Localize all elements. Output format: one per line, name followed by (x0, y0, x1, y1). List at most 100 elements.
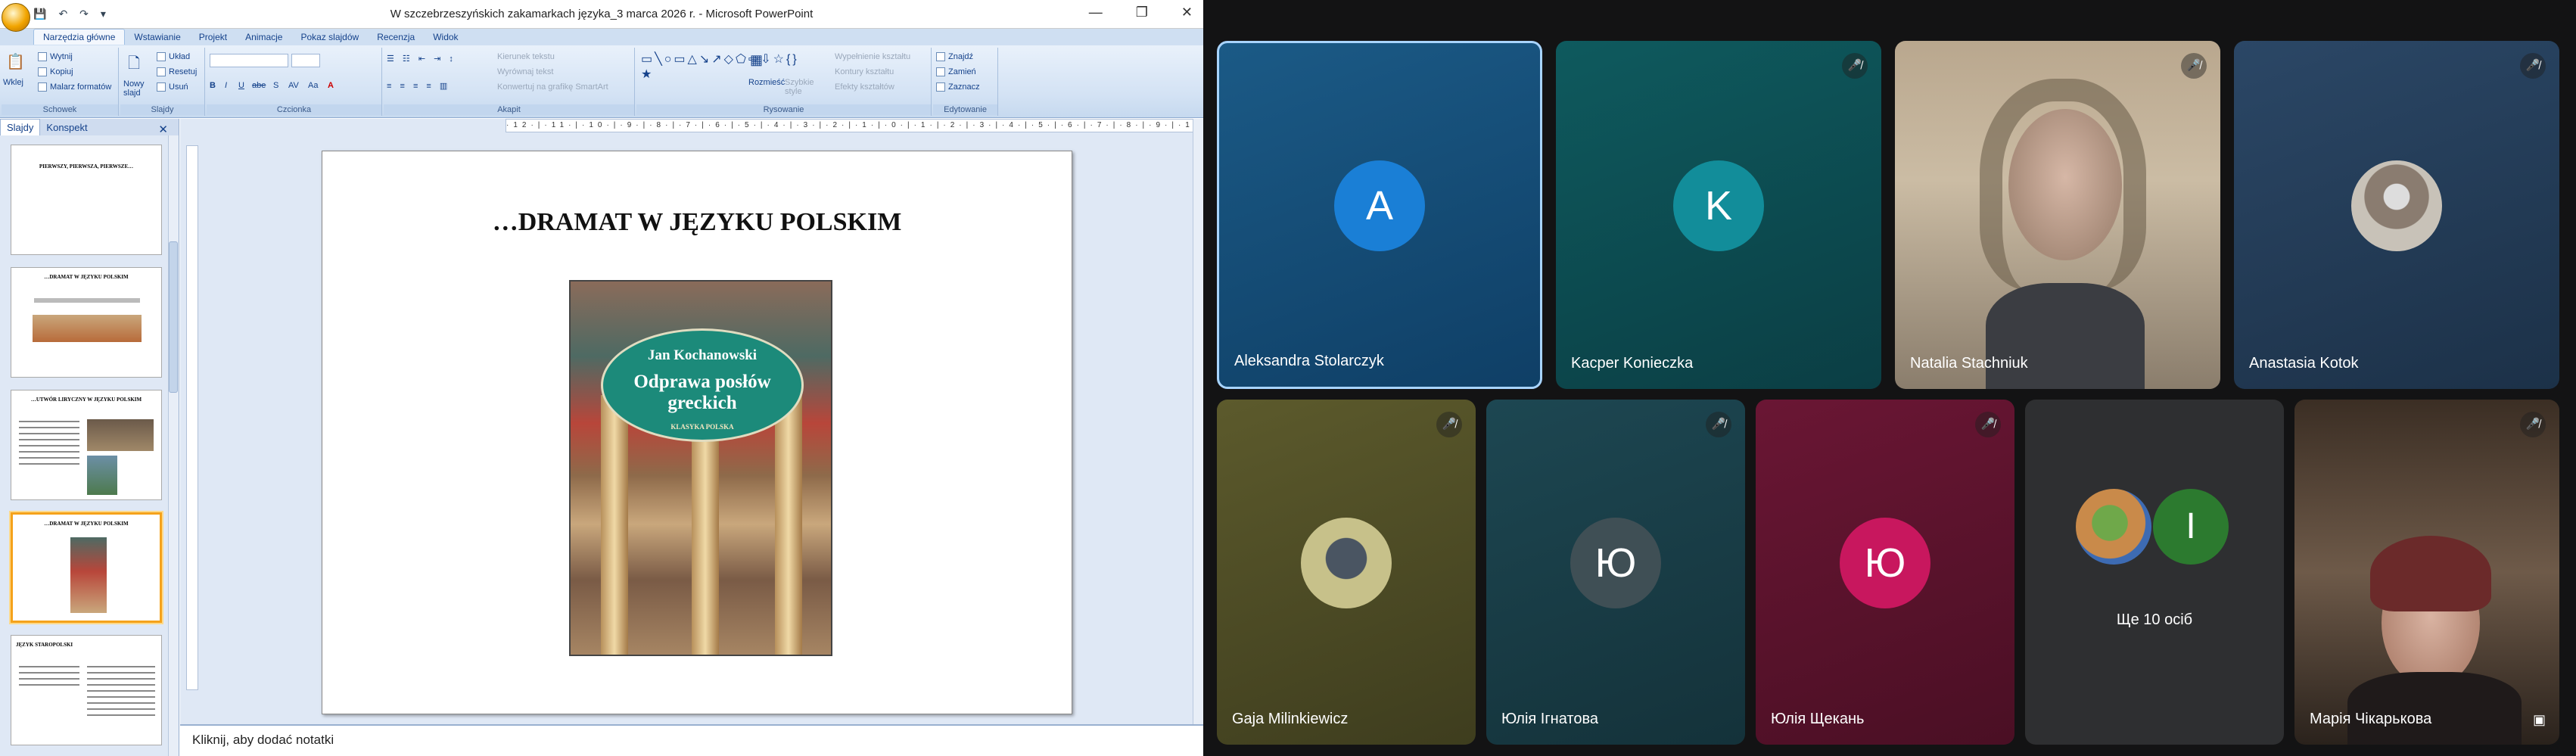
participant-name: Gaja Milinkiewicz (1232, 711, 1349, 727)
hair-shape (2370, 536, 2491, 611)
strike-button[interactable]: abe (252, 81, 266, 90)
participant-tile[interactable]: A Aleksandra Stolarczyk (1217, 41, 1542, 389)
slide-canvas[interactable]: …DRAMAT W JĘZYKU POLSKIM Jan Kochanowski… (322, 151, 1072, 714)
book-author: Jan Kochanowski (647, 347, 758, 363)
layout-icon (157, 52, 166, 62)
tab-insert[interactable]: Wstawianie (125, 30, 189, 45)
meeting-grid: A Aleksandra Stolarczyk 🎤̸ K Kacper Koni… (1203, 0, 2576, 756)
panel-scroll-thumb[interactable] (169, 241, 178, 393)
window-title: W szczebrzeszyńskich zakamarkach języka_… (390, 8, 814, 20)
slide-edit-area: ·12·|·11·|·10·|·9·|·8·|·7·|·6·|·5·|·4·|·… (180, 119, 1203, 724)
restore-button[interactable]: ❐ (1136, 5, 1148, 20)
tab-view[interactable]: Widok (424, 30, 467, 45)
paragraph-group: ☰ ☷ ⇤ ⇥ ↕ ≡ ≡ ≡ ≡ ▥ Kierunek tekstu Wyró… (384, 48, 635, 116)
list-buttons[interactable]: ☰ ☷ ⇤ ⇥ ↕ (387, 54, 456, 64)
select-button[interactable]: Zaznacz (936, 82, 980, 92)
underline-button[interactable]: U (238, 81, 244, 90)
thumb-text-block (19, 421, 79, 466)
paste-button[interactable]: Wklej (3, 78, 23, 87)
copy-button[interactable]: Kopiuj (38, 67, 73, 77)
case-button[interactable]: Aa (308, 81, 318, 90)
bold-button[interactable]: B (210, 81, 216, 90)
participant-tile[interactable]: 🎤̸ Anastasia Kotok (2234, 41, 2559, 389)
reset-icon (157, 67, 166, 77)
pin-icon[interactable]: ▣ (2533, 712, 2546, 728)
replace-button[interactable]: Zamień (936, 67, 976, 77)
align-buttons[interactable]: ≡ ≡ ≡ ≡ ▥ (387, 81, 450, 91)
close-button[interactable]: ✕ (1181, 5, 1193, 20)
mic-off-icon: 🎤̸ (2181, 53, 2207, 79)
avatar: A (1334, 160, 1425, 251)
text-direction-button[interactable]: Kierunek tekstu (497, 52, 555, 61)
italic-button[interactable]: I (225, 81, 227, 90)
book-series: KLASYKA POLSKA (670, 423, 734, 431)
format-painter-button[interactable]: Malarz formatów (38, 82, 111, 92)
tab-slides[interactable]: Slajdy (0, 119, 41, 135)
drawing-group: ▭╲○▭△↘↗◇⬠⇨⇩☆{}★ ▦ Rozmieść Szybkie style… (636, 48, 932, 116)
tab-home[interactable]: Narzędzia główne (33, 29, 126, 45)
delete-slide-button[interactable]: Usuń (157, 82, 188, 92)
layout-button[interactable]: Układ (157, 52, 190, 62)
cut-button[interactable]: Wytnij (38, 52, 73, 62)
mic-off-icon: 🎤̸ (1436, 412, 1462, 437)
window-controls: — ❐ ✕ (1056, 5, 1193, 20)
book-title: Odprawa posłów greckich (633, 372, 771, 413)
new-slide-button[interactable]: Nowy slajd (123, 79, 151, 98)
quick-styles-button[interactable]: Szybkie style (785, 78, 818, 96)
shape-effects-button[interactable]: Efekty kształtów (835, 82, 894, 92)
participant-tile[interactable]: 🎤̸ Ю Юлія Ігнатова (1486, 400, 1745, 745)
arrange-button[interactable]: Rozmieść (748, 78, 785, 87)
slide-thumbnail-3[interactable]: …UTWÓR LIRYCZNY W JĘZYKU POLSKIM (11, 390, 162, 500)
tab-outline[interactable]: Konspekt (40, 120, 93, 135)
tab-animations[interactable]: Animacje (236, 30, 291, 45)
participant-tile[interactable]: 🎤̸ K Kacper Konieczka (1556, 41, 1881, 389)
thumb-image (33, 315, 142, 342)
tab-design[interactable]: Projekt (190, 30, 236, 45)
drawing-group-label: Rysowanie (636, 104, 931, 115)
spacing-button[interactable]: AV (288, 81, 299, 90)
font-name-input[interactable] (210, 54, 288, 67)
shape-fill-button[interactable]: Wypełnienie kształtu (835, 52, 910, 61)
shapes-gallery[interactable]: ▭╲○▭△↘↗◇⬠⇨⇩☆{}★ (641, 52, 797, 82)
slide-thumbnail-4[interactable]: …DRAMAT W JĘZYKU POLSKIM (11, 512, 162, 623)
new-slide-icon[interactable]: 🗋 (128, 52, 140, 78)
participant-tile[interactable]: 🎤̸ Gaja Milinkiewicz (1217, 400, 1476, 745)
participant-tile[interactable]: 🎤̸ Ю Юлія Щекань (1756, 400, 2014, 745)
office-button[interactable] (2, 3, 30, 32)
horizontal-ruler: ·12·|·11·|·10·|·9·|·8·|·7·|·6·|·5·|·4·|·… (506, 119, 1203, 132)
thumb-image (70, 537, 107, 613)
align-text-button[interactable]: Wyrównaj tekst (497, 67, 553, 76)
reset-button[interactable]: Resetuj (157, 67, 197, 77)
delete-icon (157, 82, 166, 92)
hair-shape (1980, 79, 2146, 291)
smartart-button[interactable]: Konwertuj na grafikę SmartArt (497, 82, 608, 92)
select-icon (936, 82, 945, 92)
clipboard-group-label: Schowek (2, 104, 118, 115)
slide-scrollbar[interactable] (1193, 119, 1203, 724)
paragraph-group-label: Akapit (384, 104, 634, 115)
panel-scrollbar[interactable] (168, 135, 179, 756)
slide-title[interactable]: …DRAMAT W JĘZYKU POLSKIM (322, 208, 1072, 237)
slide-thumbnail-5[interactable]: JĘZYK STAROPOLSKI (11, 635, 162, 745)
participant-name: Юлія Ігнатова (1501, 711, 1598, 727)
font-size-input[interactable] (291, 54, 320, 67)
arrange-icon[interactable]: ▦ (750, 52, 763, 68)
minimize-button[interactable]: — (1089, 5, 1103, 20)
tab-review[interactable]: Recenzja (368, 30, 424, 45)
shadow-button[interactable]: S (273, 81, 278, 90)
notes-pane[interactable]: Kliknij, aby dodać notatki (180, 724, 1203, 756)
participant-video-tile[interactable]: 🎤̸ Марія Чікарькова ▣ (2294, 400, 2559, 745)
shape-outline-button[interactable]: Kontury kształtu (835, 67, 894, 76)
mic-off-icon: 🎤̸ (2520, 412, 2546, 437)
more-participants-tile[interactable]: I Ще 10 осіб (2025, 400, 2284, 745)
slide-thumbnail-2[interactable]: …DRAMAT W JĘZYKU POLSKIM (11, 267, 162, 378)
tab-slideshow[interactable]: Pokaz slajdów (291, 30, 368, 45)
editing-group-label: Edytowanie (933, 104, 997, 115)
find-button[interactable]: Znajdź (936, 52, 973, 62)
font-color-button[interactable]: A (328, 81, 334, 90)
book-cover-image[interactable]: Jan Kochanowski Odprawa posłów greckich … (569, 280, 832, 656)
participant-video-tile[interactable]: 🎤̸ Natalia Stachniuk (1895, 41, 2220, 389)
clothing-shape (2347, 672, 2522, 745)
paste-icon[interactable]: 📋 (6, 52, 25, 71)
slide-thumbnail-1[interactable]: PIERWSZY, PIERWSZA, PIERWSZE… (11, 145, 162, 255)
